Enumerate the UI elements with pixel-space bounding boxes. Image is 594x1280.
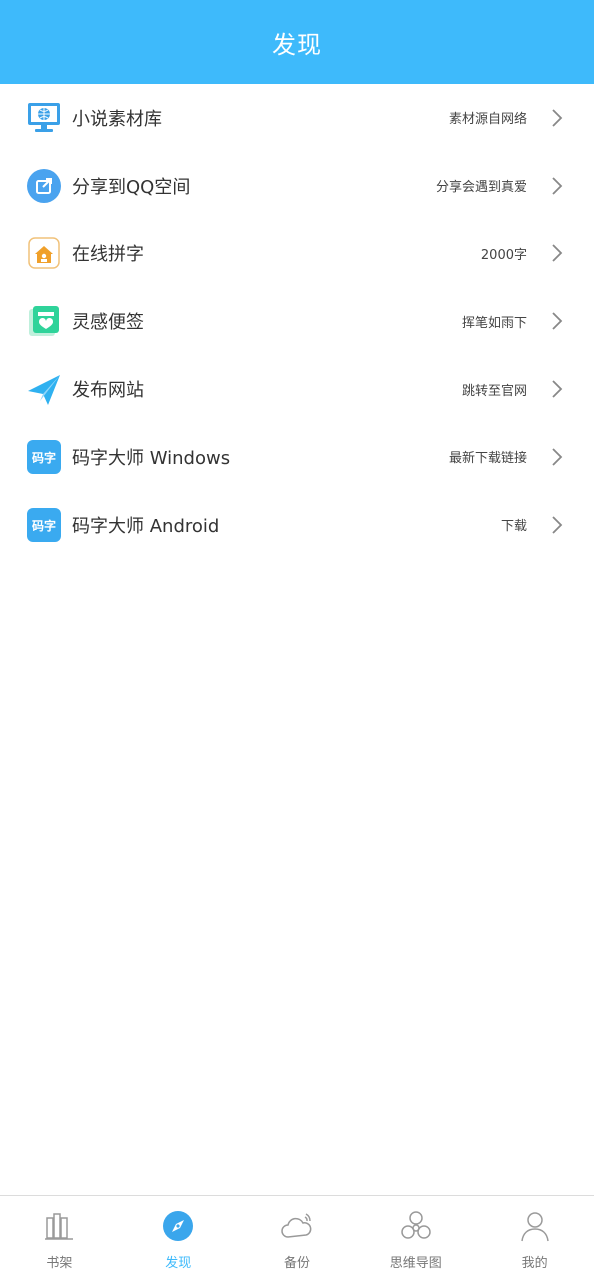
list-item-share-qzone[interactable]: 分享到QQ空间 分享会遇到真爱 [0, 152, 594, 220]
chevron-right-icon [550, 243, 564, 263]
tab-label: 备份 [283, 1256, 310, 1271]
tab-label: 我的 [521, 1256, 548, 1271]
list-item-android-download[interactable]: 码字 码字大师 Android 下载 [0, 491, 594, 559]
mindmap-icon [401, 1211, 431, 1239]
list-item-inspiration-notes[interactable]: 灵感便签 挥笔如雨下 [0, 287, 594, 355]
list-item-label: 灵感便签 [72, 312, 144, 334]
list-item-hint: 最新下载链接 [448, 451, 527, 467]
app-logo-icon: 码字 [26, 507, 62, 543]
list-item-publish-website[interactable]: 发布网站 跳转至官网 [0, 355, 594, 423]
list-item-online-typing[interactable]: 在线拼字 2000字 [0, 220, 594, 288]
note-heart-icon [26, 303, 62, 339]
list-item-hint: 2000字 [480, 247, 527, 263]
list-item-hint: 下载 [500, 519, 527, 535]
chevron-right-icon [550, 108, 564, 128]
paper-plane-icon [26, 371, 62, 407]
list-item-hint: 分享会遇到真爱 [435, 180, 527, 196]
tab-profile[interactable]: 我的 [475, 1196, 594, 1280]
list-item-label: 码字大师 Windows [72, 447, 231, 469]
tab-label: 思维导图 [389, 1256, 442, 1271]
chevron-right-icon [550, 176, 564, 196]
share-icon [26, 168, 62, 204]
tab-mindmap[interactable]: 思维导图 [356, 1196, 475, 1280]
cloud-icon [281, 1213, 312, 1238]
page-title: 发现 [272, 30, 322, 59]
monitor-globe-icon [26, 100, 62, 136]
tab-backup[interactable]: 备份 [238, 1196, 357, 1280]
list-item-windows-download[interactable]: 码字 码字大师 Windows 最新下载链接 [0, 423, 594, 491]
list-item-label: 发布网站 [72, 380, 144, 402]
app-logo-text: 码字 [32, 518, 56, 533]
list-item-hint: 跳转至官网 [461, 383, 527, 399]
tab-discover[interactable]: 发现 [119, 1196, 238, 1280]
list-item-hint: 素材源自网络 [448, 112, 527, 128]
list-item-novel-materials[interactable]: 小说素材库 素材源自网络 [0, 84, 594, 152]
house-icon [26, 235, 62, 271]
tab-label: 发现 [165, 1256, 192, 1271]
chevron-right-icon [550, 447, 564, 467]
list-item-label: 分享到QQ空间 [72, 176, 191, 198]
app-logo-text: 码字 [32, 450, 56, 465]
chevron-right-icon [550, 311, 564, 331]
list-item-hint: 挥笔如雨下 [461, 315, 527, 331]
app-logo-icon: 码字 [26, 439, 62, 475]
chevron-right-icon [550, 515, 564, 535]
chevron-right-icon [550, 379, 564, 399]
list-item-label: 在线拼字 [72, 244, 144, 266]
tab-bookshelf[interactable]: 书架 [0, 1196, 119, 1280]
list-item-label: 码字大师 Android [72, 515, 220, 537]
tab-label: 书架 [46, 1256, 73, 1271]
discover-list: 小说素材库 素材源自网络 分享到QQ空间 分享会遇到真爱 在线拼字 2000字 … [0, 84, 594, 559]
app-header: 发现 [0, 0, 594, 84]
bottom-tab-bar: 书架 发现 备份 思维导图 我的 [0, 1195, 594, 1280]
list-item-label: 小说素材库 [72, 108, 162, 130]
person-icon [520, 1212, 549, 1242]
compass-icon [163, 1211, 194, 1241]
bookshelf-icon [45, 1213, 74, 1240]
